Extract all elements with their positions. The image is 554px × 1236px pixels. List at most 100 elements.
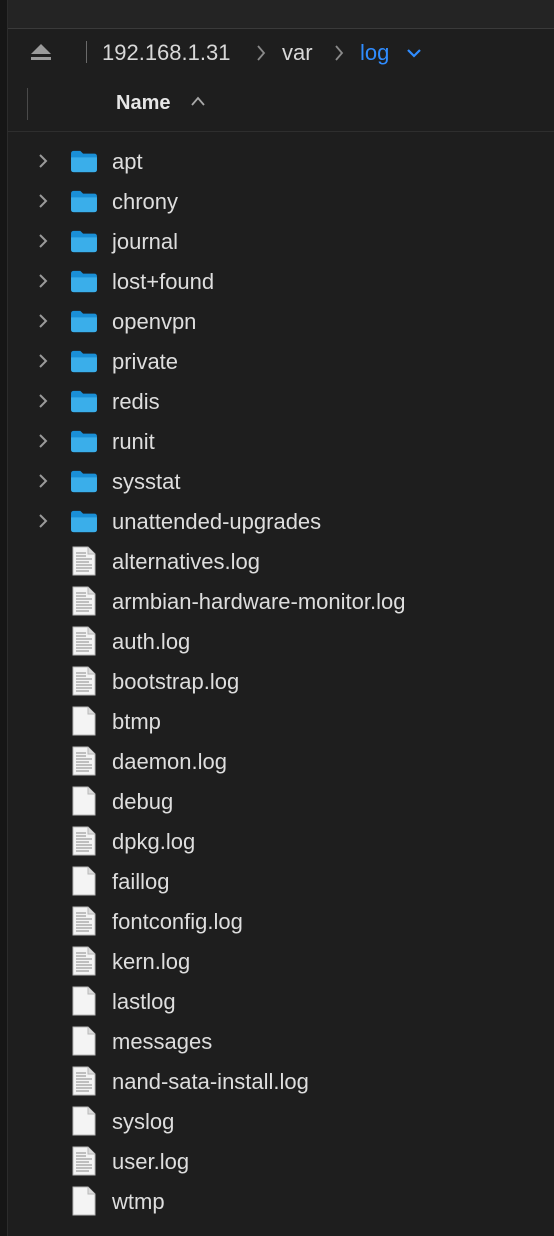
file-icon <box>72 706 96 736</box>
file-row[interactable]: user.log <box>8 1141 554 1181</box>
item-name: chrony <box>112 189 179 214</box>
file-list: apt chrony journal lost+found openvpn private… <box>8 141 554 1221</box>
folder-row[interactable]: sysstat <box>8 461 554 501</box>
disclosure-triangle-icon[interactable] <box>36 511 50 531</box>
folder-row[interactable]: apt <box>8 141 554 181</box>
folder-icon <box>71 390 97 413</box>
item-name: btmp <box>112 709 161 734</box>
text-file-icon <box>72 746 96 776</box>
text-file-icon <box>72 666 96 696</box>
item-name: private <box>112 349 179 374</box>
breadcrumb-var[interactable]: var <box>282 40 313 66</box>
disclosure-triangle-icon[interactable] <box>36 151 50 171</box>
breadcrumb-log[interactable]: log <box>360 40 389 66</box>
folder-icon <box>71 350 97 373</box>
text-file-icon <box>72 586 96 616</box>
breadcrumb-host[interactable]: 192.168.1.31 <box>102 40 230 66</box>
file-row[interactable]: debug <box>8 781 554 821</box>
item-name: redis <box>112 389 160 414</box>
file-row[interactable]: fontconfig.log <box>8 901 554 941</box>
folder-row[interactable]: journal <box>8 221 554 261</box>
file-row[interactable]: syslog <box>8 1101 554 1141</box>
folder-row[interactable]: runit <box>8 421 554 461</box>
folder-row[interactable]: lost+found <box>8 261 554 301</box>
folder-icon <box>71 150 97 173</box>
file-row[interactable]: dpkg.log <box>8 821 554 861</box>
disclosure-triangle-icon[interactable] <box>36 431 50 451</box>
disclosure-triangle-icon[interactable] <box>36 231 50 251</box>
item-name: nand-sata-install.log <box>112 1069 309 1094</box>
item-name: journal <box>112 229 179 254</box>
file-row[interactable]: btmp <box>8 701 554 741</box>
item-name: auth.log <box>112 629 191 654</box>
text-file-icon <box>72 626 96 656</box>
folder-row[interactable]: openvpn <box>8 301 554 341</box>
column-name-header[interactable]: Name <box>116 92 170 115</box>
file-row[interactable]: wtmp <box>8 1181 554 1221</box>
text-file-icon <box>72 1066 96 1096</box>
item-name: user.log <box>112 1149 190 1174</box>
disclosure-triangle-icon[interactable] <box>36 351 50 371</box>
text-file-icon <box>72 826 96 856</box>
item-name: dpkg.log <box>112 829 196 854</box>
item-name: syslog <box>112 1109 175 1134</box>
eject-icon[interactable] <box>30 42 52 62</box>
folder-icon <box>71 190 97 213</box>
sort-ascending-icon[interactable] <box>190 95 206 107</box>
path-bar: 192.168.1.31 var log <box>8 29 554 75</box>
folder-icon <box>71 310 97 333</box>
item-name: messages <box>112 1029 213 1054</box>
disclosure-triangle-icon[interactable] <box>36 391 50 411</box>
text-file-icon <box>72 906 96 936</box>
item-name: lastlog <box>112 989 176 1014</box>
item-name: wtmp <box>112 1189 165 1214</box>
item-name: lost+found <box>112 269 215 294</box>
file-row[interactable]: daemon.log <box>8 741 554 781</box>
folder-icon <box>71 470 97 493</box>
item-name: armbian-hardware-monitor.log <box>112 589 406 614</box>
file-row[interactable]: messages <box>8 1021 554 1061</box>
column-header: Name <box>8 75 554 132</box>
file-row[interactable]: faillog <box>8 861 554 901</box>
window-left-edge <box>0 0 8 1236</box>
file-row[interactable]: auth.log <box>8 621 554 661</box>
file-row[interactable]: alternatives.log <box>8 541 554 581</box>
file-row[interactable]: bootstrap.log <box>8 661 554 701</box>
folder-icon <box>71 430 97 453</box>
disclosure-triangle-icon[interactable] <box>36 471 50 491</box>
file-icon <box>72 986 96 1016</box>
toolbar-strip <box>8 0 554 29</box>
item-name: openvpn <box>112 309 197 334</box>
file-row[interactable]: nand-sata-install.log <box>8 1061 554 1101</box>
disclosure-triangle-icon[interactable] <box>36 311 50 331</box>
folder-row[interactable]: unattended-upgrades <box>8 501 554 541</box>
item-name: sysstat <box>112 469 181 494</box>
item-name: faillog <box>112 869 170 894</box>
folder-row[interactable]: private <box>8 341 554 381</box>
item-name: bootstrap.log <box>112 669 240 694</box>
folder-row[interactable]: redis <box>8 381 554 421</box>
item-name: runit <box>112 429 155 454</box>
file-row[interactable]: kern.log <box>8 941 554 981</box>
chevron-right-icon <box>335 45 344 61</box>
item-name: kern.log <box>112 949 191 974</box>
item-name: apt <box>112 149 143 174</box>
file-row[interactable]: armbian-hardware-monitor.log <box>8 581 554 621</box>
folder-icon <box>71 270 97 293</box>
folder-icon <box>71 230 97 253</box>
text-file-icon <box>72 546 96 576</box>
disclosure-triangle-icon[interactable] <box>36 271 50 291</box>
item-name: daemon.log <box>112 749 227 774</box>
text-file-icon <box>72 1146 96 1176</box>
header-divider <box>27 88 28 120</box>
disclosure-triangle-icon[interactable] <box>36 191 50 211</box>
text-file-icon <box>72 946 96 976</box>
path-separator <box>86 41 87 63</box>
chevron-down-icon[interactable] <box>406 47 422 59</box>
file-icon <box>72 866 96 896</box>
item-name: alternatives.log <box>112 549 260 574</box>
chevron-right-icon <box>257 45 266 61</box>
item-name: debug <box>112 789 174 814</box>
folder-row[interactable]: chrony <box>8 181 554 221</box>
file-row[interactable]: lastlog <box>8 981 554 1021</box>
